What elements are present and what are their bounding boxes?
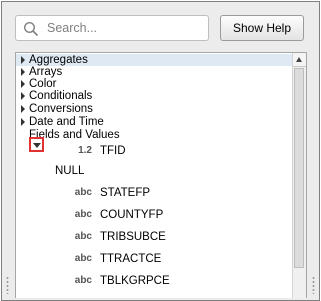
scrollbar-thumb[interactable] [294,68,304,268]
collapse-arrow-icon[interactable] [33,143,41,148]
show-help-button[interactable]: Show Help [220,15,304,41]
search-placeholder: Search... [47,21,98,35]
field-name: TRIBSUBCE [100,231,166,243]
field-item-tribsubce[interactable]: abc TRIBSUBCE [16,227,292,249]
field-name: TTRACTCE [100,253,162,265]
search-icon [23,21,39,37]
type-badge: abc [74,187,92,198]
search-input[interactable]: Search... [15,15,209,41]
expand-arrow-icon[interactable] [21,92,25,100]
field-name: NULL [55,165,85,177]
expand-arrow-icon[interactable] [21,80,25,88]
tree-item-label: Date and Time [29,116,104,128]
field-name: TFID [100,145,126,157]
type-badge: abc [74,253,92,264]
type-badge: 1.2 [78,145,92,156]
type-badge: abc [74,231,92,242]
field-item-ttractce[interactable]: abc TTRACTCE [16,249,292,271]
resize-grip-right[interactable] [312,276,315,294]
expand-arrow-icon[interactable] [21,118,25,126]
tree-item-label: Conversions [29,103,93,115]
tree-item-conversions[interactable]: Conversions [16,103,292,115]
field-item-tfid[interactable]: 1.2 TFID [16,141,292,163]
function-tree: Aggregates Arrays Color Conditionals Con… [15,52,307,298]
collapse-arrow-highlight[interactable] [29,137,44,152]
field-item-countyfp[interactable]: abc COUNTYFP [16,205,292,227]
tree-item-arrays[interactable]: Arrays [16,66,292,78]
resize-grip-left[interactable] [6,276,9,294]
field-name: STATEFP [100,187,151,199]
field-item-tblkgrpce[interactable]: abc TBLKGRPCE [16,271,292,293]
expand-arrow-icon[interactable] [21,56,25,64]
vertical-scrollbar[interactable] [292,53,306,298]
tree-item-aggregates[interactable]: Aggregates [16,54,292,66]
field-item-null[interactable]: NULL [16,161,292,183]
type-badge: abc [74,209,92,220]
tree-item-label: Color [29,78,57,90]
tree-item-color[interactable]: Color [16,78,292,90]
tree-item-label: Aggregates [29,54,88,66]
type-badge: abc [74,275,92,286]
scroll-up-icon[interactable] [293,53,306,67]
tree-item-fields-and-values[interactable]: Fields and Values [16,129,292,141]
field-name: COUNTYFP [100,209,164,221]
tree-item-date-and-time[interactable]: Date and Time [16,116,292,128]
field-name: TBLKGRPCE [100,275,170,287]
tree-item-label: Conditionals [29,90,93,102]
expand-arrow-icon[interactable] [21,68,25,76]
tree-item-conditionals[interactable]: Conditionals [16,90,292,102]
field-item-statefp[interactable]: abc STATEFP [16,183,292,205]
expand-arrow-icon[interactable] [21,105,25,113]
tree-item-label: Arrays [29,66,63,78]
